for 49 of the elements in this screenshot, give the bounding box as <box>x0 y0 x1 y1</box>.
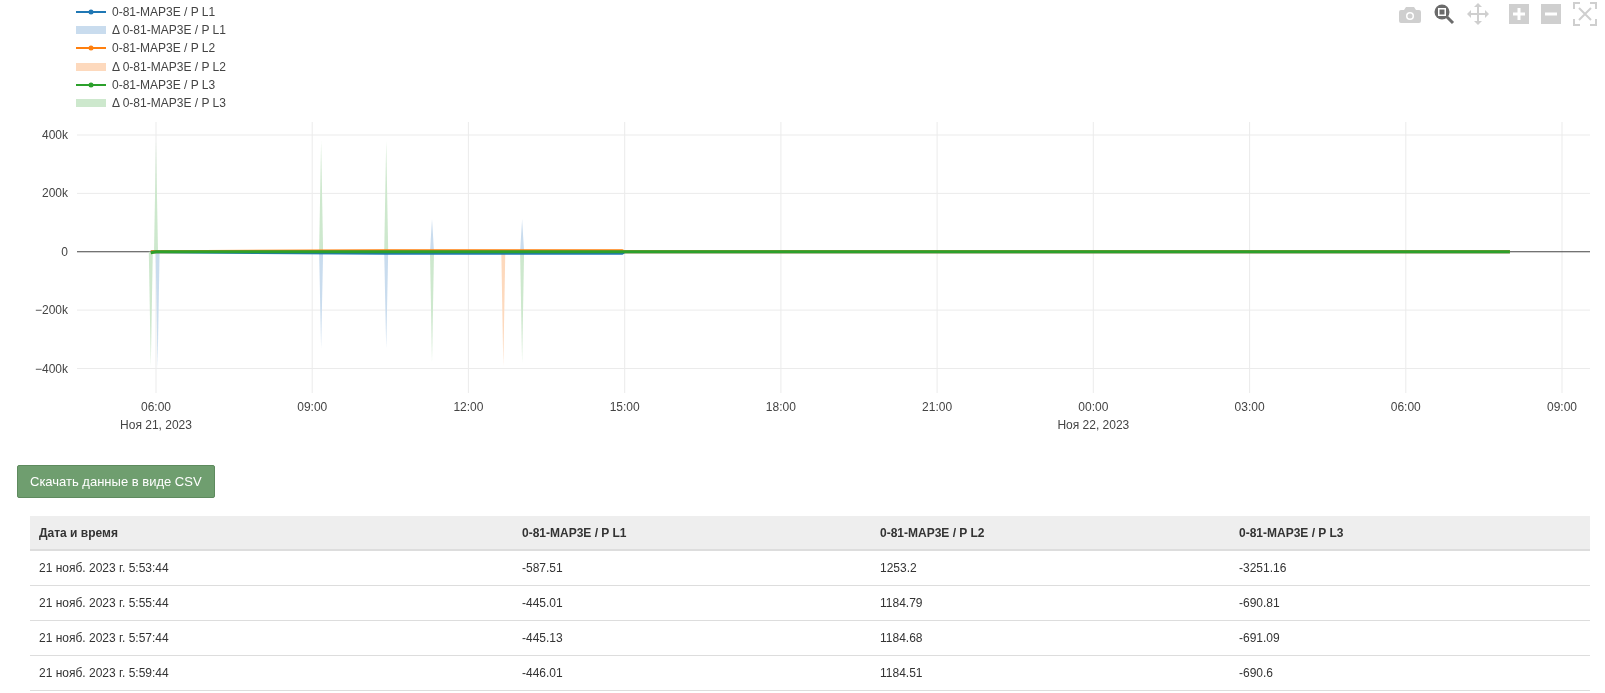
legend-label[interactable]: Δ 0-81-MAP3E / P L1 <box>112 23 226 38</box>
legend-label[interactable]: 0-81-MAP3E / P L2 <box>112 41 216 56</box>
x-tick-label: 09:00 <box>1547 400 1577 414</box>
y-tick-label: 400k <box>41 128 68 142</box>
zoom-icon[interactable] <box>1433 3 1455 25</box>
legend-label[interactable]: Δ 0-81-MAP3E / P L3 <box>112 95 226 110</box>
y-tick-label: −400k <box>34 361 68 376</box>
autoscale-icon[interactable] <box>1573 2 1597 26</box>
column-header: 0-81-MAP3E / P L1 <box>513 516 871 550</box>
table-cell: -446.01 <box>513 655 871 691</box>
table-cell: 1184.51 <box>871 655 1230 691</box>
table-cell: -587.51 <box>513 550 871 586</box>
x-date-label: Ноя 22, 2023 <box>1057 418 1130 432</box>
y-tick-label: 0 <box>61 244 68 259</box>
table-cell: 21 нояб. 2023 г. 5:59:44 <box>30 655 513 691</box>
table-cell: 21 нояб. 2023 г. 5:57:44 <box>30 620 513 656</box>
camera-icon[interactable] <box>1399 5 1421 23</box>
x-tick-label: 06:00 <box>1390 400 1421 414</box>
x-tick-label: 03:00 <box>1234 400 1265 414</box>
table-cell: 1184.79 <box>871 585 1230 621</box>
y-tick-label: −200k <box>34 303 68 318</box>
table-cell: -690.6 <box>1230 655 1590 691</box>
x-tick-label: 12:00 <box>453 400 484 414</box>
x-tick-label: 21:00 <box>922 400 953 414</box>
table-cell: 21 нояб. 2023 г. 5:53:44 <box>30 550 513 586</box>
x-tick-label: 06:00 <box>141 400 171 414</box>
x-tick-label: 09:00 <box>297 400 328 414</box>
column-header: 0-81-MAP3E / P L3 <box>1230 516 1590 550</box>
legend-label[interactable]: 0-81-MAP3E / P L3 <box>112 77 216 92</box>
y-tick-label: 200k <box>41 186 68 201</box>
x-date-label: Ноя 21, 2023 <box>120 418 192 432</box>
table-cell: 21 нояб. 2023 г. 5:55:44 <box>30 585 513 621</box>
x-tick-label: 15:00 <box>609 400 640 414</box>
table-cell: -445.13 <box>513 620 871 656</box>
table-cell: 1184.68 <box>871 620 1230 656</box>
zoom-in-icon[interactable] <box>1509 4 1529 24</box>
table-cell: -691.09 <box>1230 620 1590 656</box>
legend-label[interactable]: Δ 0-81-MAP3E / P L2 <box>112 59 226 74</box>
table-cell: 1253.2 <box>871 550 1230 586</box>
column-header: Дата и время <box>30 516 513 550</box>
x-tick-label: 18:00 <box>765 400 796 414</box>
table-cell: -445.01 <box>513 585 871 621</box>
x-tick-label: 00:00 <box>1078 400 1109 414</box>
legend-label[interactable]: 0-81-MAP3E / P L1 <box>112 5 216 20</box>
zoom-out-icon[interactable] <box>1541 4 1561 24</box>
table-cell: -690.81 <box>1230 585 1590 621</box>
column-header: 0-81-MAP3E / P L2 <box>871 516 1230 550</box>
table-cell: -3251.16 <box>1230 550 1590 586</box>
pan-icon[interactable] <box>1467 3 1489 25</box>
